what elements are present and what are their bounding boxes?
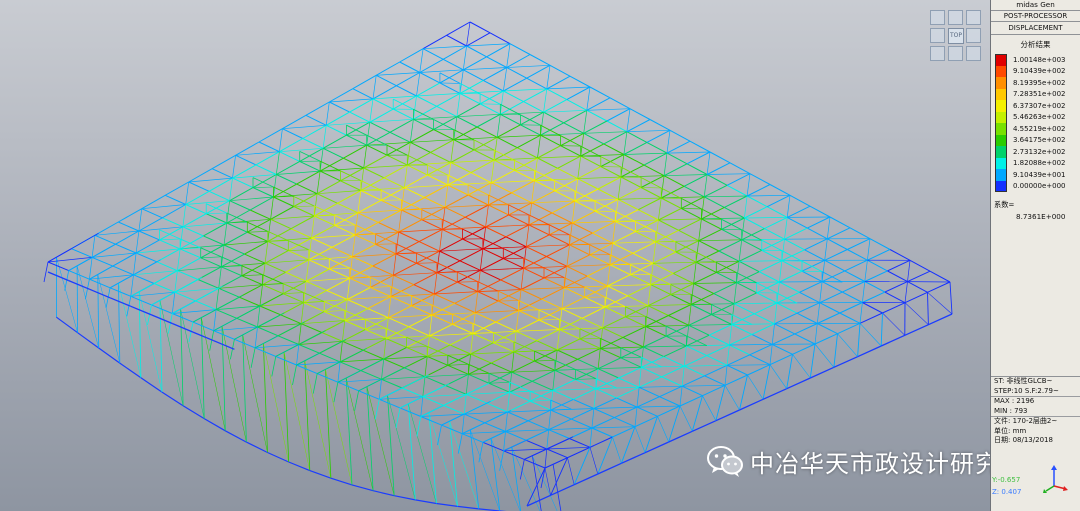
legend-value: 7.28351e+002 bbox=[1013, 90, 1066, 99]
module-name: POST-PROCESSOR bbox=[991, 11, 1080, 22]
legend-swatch bbox=[995, 180, 1007, 192]
legend-swatch bbox=[995, 169, 1007, 181]
legend-row: 0.00000e+000 bbox=[995, 180, 1080, 192]
result-type: DISPLACEMENT bbox=[991, 22, 1080, 35]
info-load-case: ST: 非线性GLCB~ bbox=[994, 377, 1053, 385]
legend-value: 9.10439e+001 bbox=[1013, 170, 1066, 179]
info-step: STEP:10 S.F:2.79~ bbox=[994, 386, 1059, 395]
info-max: MAX : 2196 bbox=[991, 396, 1080, 407]
view-cube[interactable]: TOP bbox=[930, 10, 982, 62]
legend-value: 3.64175e+002 bbox=[1013, 136, 1066, 145]
legend-value: 1.00148e+003 bbox=[1013, 55, 1066, 64]
legend-row: 4.55219e+002 bbox=[995, 123, 1080, 135]
legend-value: 9.10439e+002 bbox=[1013, 67, 1066, 76]
view-direction-z: Z: 0.407 bbox=[992, 488, 1022, 496]
legend-row: 1.82088e+002 bbox=[995, 157, 1080, 169]
view-cube-n[interactable] bbox=[948, 10, 963, 25]
view-cube-e[interactable] bbox=[966, 28, 981, 43]
legend-row: 3.64175e+002 bbox=[995, 134, 1080, 146]
result-label: 分析结果 bbox=[1020, 40, 1051, 49]
legend-row: 9.10439e+002 bbox=[995, 65, 1080, 77]
view-cube-nw[interactable] bbox=[930, 10, 945, 25]
view-cube-sw[interactable] bbox=[930, 46, 945, 61]
legend-row: 5.46263e+002 bbox=[995, 111, 1080, 123]
view-cube-s[interactable] bbox=[948, 46, 963, 61]
legend-row: 9.10439e+001 bbox=[995, 169, 1080, 181]
legend-row: 2.73132e+002 bbox=[995, 146, 1080, 158]
legend-row: 7.28351e+002 bbox=[995, 88, 1080, 100]
info-file: 文件: 170-2层曲2~ bbox=[991, 416, 1080, 427]
color-legend: 1.00148e+003 9.10439e+002 8.19395e+002 7… bbox=[995, 54, 1080, 192]
legend-value: 0.00000e+000 bbox=[1013, 182, 1066, 191]
legend-row: 8.19395e+002 bbox=[995, 77, 1080, 89]
info-unit: 单位: mm bbox=[994, 426, 1027, 435]
info-min: MIN : 793 bbox=[994, 406, 1028, 415]
legend-swatch bbox=[995, 54, 1007, 66]
legend-swatch bbox=[995, 134, 1007, 146]
view-cube-top-face[interactable]: TOP bbox=[948, 28, 964, 44]
view-cube-se[interactable] bbox=[966, 46, 981, 61]
structure-model bbox=[43, 21, 953, 511]
legend-row: 6.37307e+002 bbox=[995, 100, 1080, 112]
legend-swatch bbox=[995, 65, 1007, 77]
legend-swatch bbox=[995, 146, 1007, 158]
legend-value: 4.55219e+002 bbox=[1013, 124, 1066, 133]
info-date: 日期: 08/13/2018 bbox=[994, 436, 1053, 444]
axis-triad-icon bbox=[1043, 465, 1068, 493]
view-cube-ne[interactable] bbox=[966, 10, 981, 25]
view-direction: Y:-0.657 Z: 0.407 bbox=[992, 474, 1021, 498]
legend-value: 5.46263e+002 bbox=[1013, 113, 1066, 122]
legend-value: 2.73132e+002 bbox=[1013, 147, 1066, 156]
result-panel: midas Gen POST-PROCESSOR DISPLACEMENT 分析… bbox=[990, 0, 1080, 511]
watermark-text: 中冶华天市政设计研究院 bbox=[750, 449, 990, 478]
legend-swatch bbox=[995, 77, 1007, 89]
legend-swatch bbox=[995, 111, 1007, 123]
legend-value: 1.82088e+002 bbox=[1013, 159, 1066, 168]
legend-value: 6.37307e+002 bbox=[1013, 101, 1066, 110]
factor-label: 系数= bbox=[994, 200, 1015, 209]
legend-row: 1.00148e+003 bbox=[995, 54, 1080, 66]
legend-swatch bbox=[995, 100, 1007, 112]
legend-swatch bbox=[995, 157, 1007, 169]
legend-swatch bbox=[995, 88, 1007, 100]
app-name: midas Gen bbox=[991, 0, 1080, 11]
watermark: 中冶华天市政设计研究院 bbox=[706, 443, 990, 479]
factor-value: 8.7361E+000 bbox=[1016, 212, 1066, 221]
analysis-info: ST: 非线性GLCB~ STEP:10 S.F:2.79~ MAX : 219… bbox=[991, 376, 1080, 446]
legend-value: 8.19395e+002 bbox=[1013, 78, 1066, 87]
wechat-icon bbox=[707, 446, 743, 477]
legend-swatch bbox=[995, 123, 1007, 135]
model-viewport[interactable]: TOP 中冶华天市政设计研究院 bbox=[0, 0, 990, 511]
view-cube-w[interactable] bbox=[930, 28, 945, 43]
view-direction-y: Y:-0.657 bbox=[992, 476, 1021, 484]
